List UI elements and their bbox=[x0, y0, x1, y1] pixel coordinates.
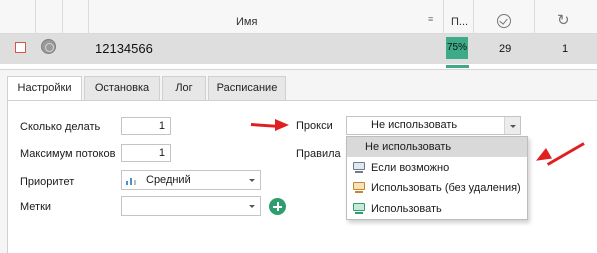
monitor-orange-icon bbox=[353, 182, 365, 194]
tab-settings[interactable]: Настройки bbox=[7, 76, 82, 101]
sort-icon[interactable]: ≡ bbox=[428, 15, 433, 24]
proxy-label: Прокси bbox=[296, 120, 333, 132]
repeat-count: 1 bbox=[562, 43, 569, 55]
project-state-icon bbox=[41, 39, 56, 54]
option-label: Если возможно bbox=[371, 162, 450, 174]
proxy-option-use-no-delete[interactable]: Использовать (без удаления) bbox=[347, 178, 527, 198]
column-separator bbox=[534, 0, 535, 34]
column-separator bbox=[473, 0, 474, 34]
check-circle-icon[interactable] bbox=[497, 14, 511, 28]
tab-stop[interactable]: Остановка bbox=[84, 76, 160, 100]
column-separator bbox=[35, 0, 36, 34]
proxy-value: Не использовать bbox=[371, 119, 458, 131]
tags-select[interactable] bbox=[121, 196, 261, 216]
proxy-dropdown: Не использовать Если возможно Использова… bbox=[346, 136, 528, 220]
row-checkbox[interactable] bbox=[15, 42, 26, 53]
chevron-down-icon[interactable] bbox=[244, 171, 260, 189]
monitor-icon bbox=[353, 162, 365, 174]
success-count: 29 bbox=[499, 43, 512, 55]
priority-select[interactable]: Средний bbox=[121, 170, 261, 190]
column-header-name[interactable]: Имя bbox=[236, 16, 257, 28]
proxy-option-use[interactable]: Использовать bbox=[347, 199, 527, 219]
projects-grid: Имя ≡ П... ↻ 12134566 75% 29 1 bbox=[0, 0, 597, 70]
how-many-label: Сколько делать bbox=[20, 121, 101, 133]
column-header-progress[interactable]: П... bbox=[451, 16, 468, 28]
option-label: Использовать bbox=[371, 203, 442, 215]
tags-label: Метки bbox=[20, 201, 52, 213]
column-separator bbox=[88, 0, 89, 34]
priority-value: Средний bbox=[146, 174, 191, 186]
max-threads-input[interactable]: 1 bbox=[121, 144, 171, 162]
progress-text: 75% bbox=[447, 42, 468, 53]
option-label: Не использовать bbox=[365, 141, 452, 153]
column-separator bbox=[62, 0, 63, 34]
how-many-input[interactable]: 1 bbox=[121, 117, 171, 135]
refresh-icon[interactable]: ↻ bbox=[557, 13, 570, 28]
add-tag-button[interactable] bbox=[269, 198, 286, 215]
column-separator bbox=[443, 0, 444, 34]
tab-schedule[interactable]: Расписание bbox=[208, 76, 286, 100]
progress-bar bbox=[446, 65, 469, 68]
project-name: 12134566 bbox=[95, 41, 153, 56]
option-label: Использовать (без удаления) bbox=[371, 182, 521, 194]
chevron-down-icon[interactable] bbox=[504, 117, 520, 134]
proxy-option-none[interactable]: Не использовать bbox=[347, 137, 527, 157]
grid-header: Имя ≡ П... ↻ bbox=[0, 0, 597, 34]
tab-log[interactable]: Лог bbox=[162, 76, 206, 100]
chevron-down-icon[interactable] bbox=[244, 197, 260, 215]
proxy-option-if-possible[interactable]: Если возможно bbox=[347, 158, 527, 178]
rules-label: Правила bbox=[296, 148, 341, 160]
proxy-select[interactable]: Не использовать bbox=[346, 116, 521, 135]
max-threads-label: Максимум потоков bbox=[20, 148, 116, 160]
priority-label: Приоритет bbox=[20, 176, 75, 188]
priority-bars-icon bbox=[126, 176, 136, 185]
monitor-green-icon bbox=[353, 203, 365, 215]
